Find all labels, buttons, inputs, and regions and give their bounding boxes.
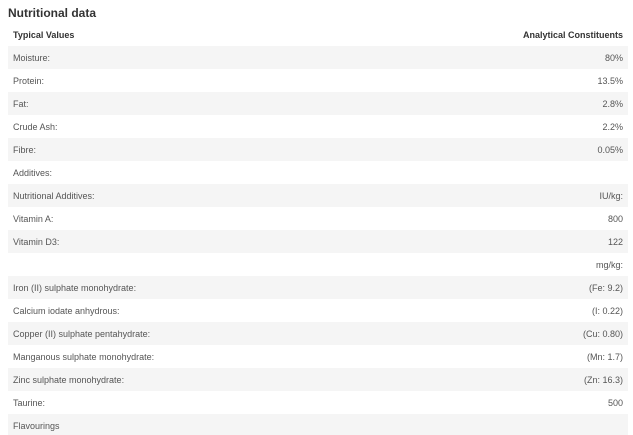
row-label: Additives: — [8, 161, 488, 184]
row-value: 500 — [488, 391, 628, 414]
row-value — [488, 161, 628, 184]
header-typical-values: Typical Values — [13, 30, 75, 40]
table-row: Protein: 13.5% — [8, 69, 628, 92]
nutrition-table: Typical Values Analytical Constituents M… — [8, 24, 628, 435]
row-value: 2.2% — [488, 115, 628, 138]
row-label: Vitamin D3: — [8, 230, 488, 253]
row-value: mg/kg: — [488, 253, 628, 276]
row-label: Protein: — [8, 69, 488, 92]
row-value: (Fe: 9.2) — [488, 276, 628, 299]
table-row: Zinc sulphate monohydrate: (Zn: 16.3) — [8, 368, 628, 391]
table-row: Flavourings — [8, 414, 628, 435]
row-value: 0.05% — [488, 138, 628, 161]
table-row: Manganous sulphate monohydrate: (Mn: 1.7… — [8, 345, 628, 368]
table-row: Iron (II) sulphate monohydrate: (Fe: 9.2… — [8, 276, 628, 299]
table-row: Vitamin D3: 122 — [8, 230, 628, 253]
row-value: 80% — [488, 46, 628, 69]
table-row: Fat: 2.8% — [8, 92, 628, 115]
row-label: Crude Ash: — [8, 115, 488, 138]
row-value: (Zn: 16.3) — [488, 368, 628, 391]
table-header-row: Typical Values Analytical Constituents — [8, 24, 628, 46]
row-label: Vitamin A: — [8, 207, 488, 230]
table-row: Vitamin A: 800 — [8, 207, 628, 230]
table-row: mg/kg: — [8, 253, 628, 276]
row-value: 2.8% — [488, 92, 628, 115]
row-value: (Cu: 0.80) — [488, 322, 628, 345]
row-label: Iron (II) sulphate monohydrate: — [8, 276, 488, 299]
row-value: 800 — [488, 207, 628, 230]
table-row: Copper (II) sulphate pentahydrate: (Cu: … — [8, 322, 628, 345]
row-label: Moisture: — [8, 46, 488, 69]
row-value: IU/kg: — [488, 184, 628, 207]
row-label: Manganous sulphate monohydrate: — [8, 345, 488, 368]
row-label: Fat: — [8, 92, 488, 115]
table-row: Crude Ash: 2.2% — [8, 115, 628, 138]
row-value: (I: 0.22) — [488, 299, 628, 322]
table-row: Additives: — [8, 161, 628, 184]
row-label: Zinc sulphate monohydrate: — [8, 368, 488, 391]
table-row: Moisture: 80% — [8, 46, 628, 69]
row-label: Fibre: — [8, 138, 488, 161]
table-row: Calcium iodate anhydrous: (I: 0.22) — [8, 299, 628, 322]
nutritional-data-panel: Nutritional data Typical Values Analytic… — [0, 0, 633, 435]
table-row: Taurine: 500 — [8, 391, 628, 414]
table-row: Nutritional Additives: IU/kg: — [8, 184, 628, 207]
row-label: Taurine: — [8, 391, 488, 414]
row-label: Copper (II) sulphate pentahydrate: — [8, 322, 488, 345]
row-label: Flavourings — [8, 414, 488, 435]
header-analytical-constituents: Analytical Constituents — [522, 30, 623, 40]
row-value: (Mn: 1.7) — [488, 345, 628, 368]
table-row: Fibre: 0.05% — [8, 138, 628, 161]
row-label — [8, 253, 488, 276]
row-label: Calcium iodate anhydrous: — [8, 299, 488, 322]
section-title: Nutritional data — [8, 6, 97, 20]
row-value: 13.5% — [488, 69, 628, 92]
row-value: 122 — [488, 230, 628, 253]
row-label: Nutritional Additives: — [8, 184, 488, 207]
row-value — [488, 414, 628, 435]
